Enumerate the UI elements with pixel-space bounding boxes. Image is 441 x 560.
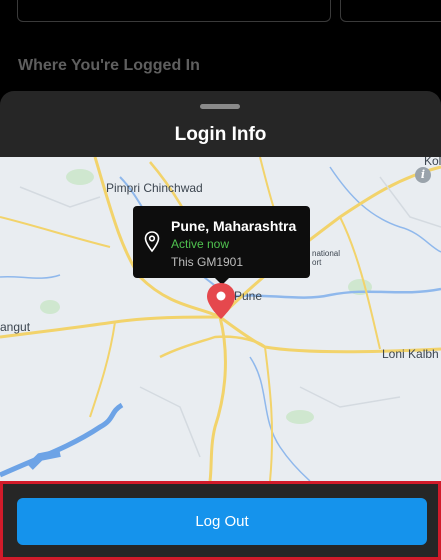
- background-card-right: [340, 0, 441, 22]
- logout-button[interactable]: Log Out: [17, 498, 427, 545]
- map-label-airport-1: national: [312, 249, 341, 258]
- logout-highlight: Log Out: [0, 481, 441, 560]
- sheet-title: Login Info: [174, 124, 267, 145]
- drag-handle[interactable]: [200, 104, 240, 109]
- map-label-pune: Pune: [234, 289, 263, 303]
- callout-city: Pune, Maharashtra: [171, 218, 297, 234]
- background-card-left: [17, 0, 331, 22]
- map-label-loni: Loni Kalbh: [382, 347, 439, 361]
- map-label-edge: Kol: [424, 157, 441, 168]
- map-label-pimpri: Pimpri Chinchwad: [106, 181, 203, 195]
- location-map[interactable]: Pimpri Chinchwad Pune Loni Kalbh angut n…: [0, 157, 441, 481]
- map-label-angut: angut: [0, 320, 31, 334]
- map-info-icon[interactable]: i: [415, 167, 431, 183]
- location-callout: Pune, Maharashtra Active now This GM1901: [133, 206, 310, 285]
- location-pin-icon: [144, 231, 160, 253]
- map-label-airport-2: ort: [312, 258, 322, 267]
- callout-status: Active now: [171, 237, 230, 251]
- callout-device: This GM1901: [171, 255, 244, 269]
- login-info-sheet: Login Info Pimpri Chinchwad Pune Loni Ka…: [0, 91, 441, 560]
- section-title: Where You're Logged In: [18, 57, 200, 74]
- map-marker-icon[interactable]: [206, 282, 236, 320]
